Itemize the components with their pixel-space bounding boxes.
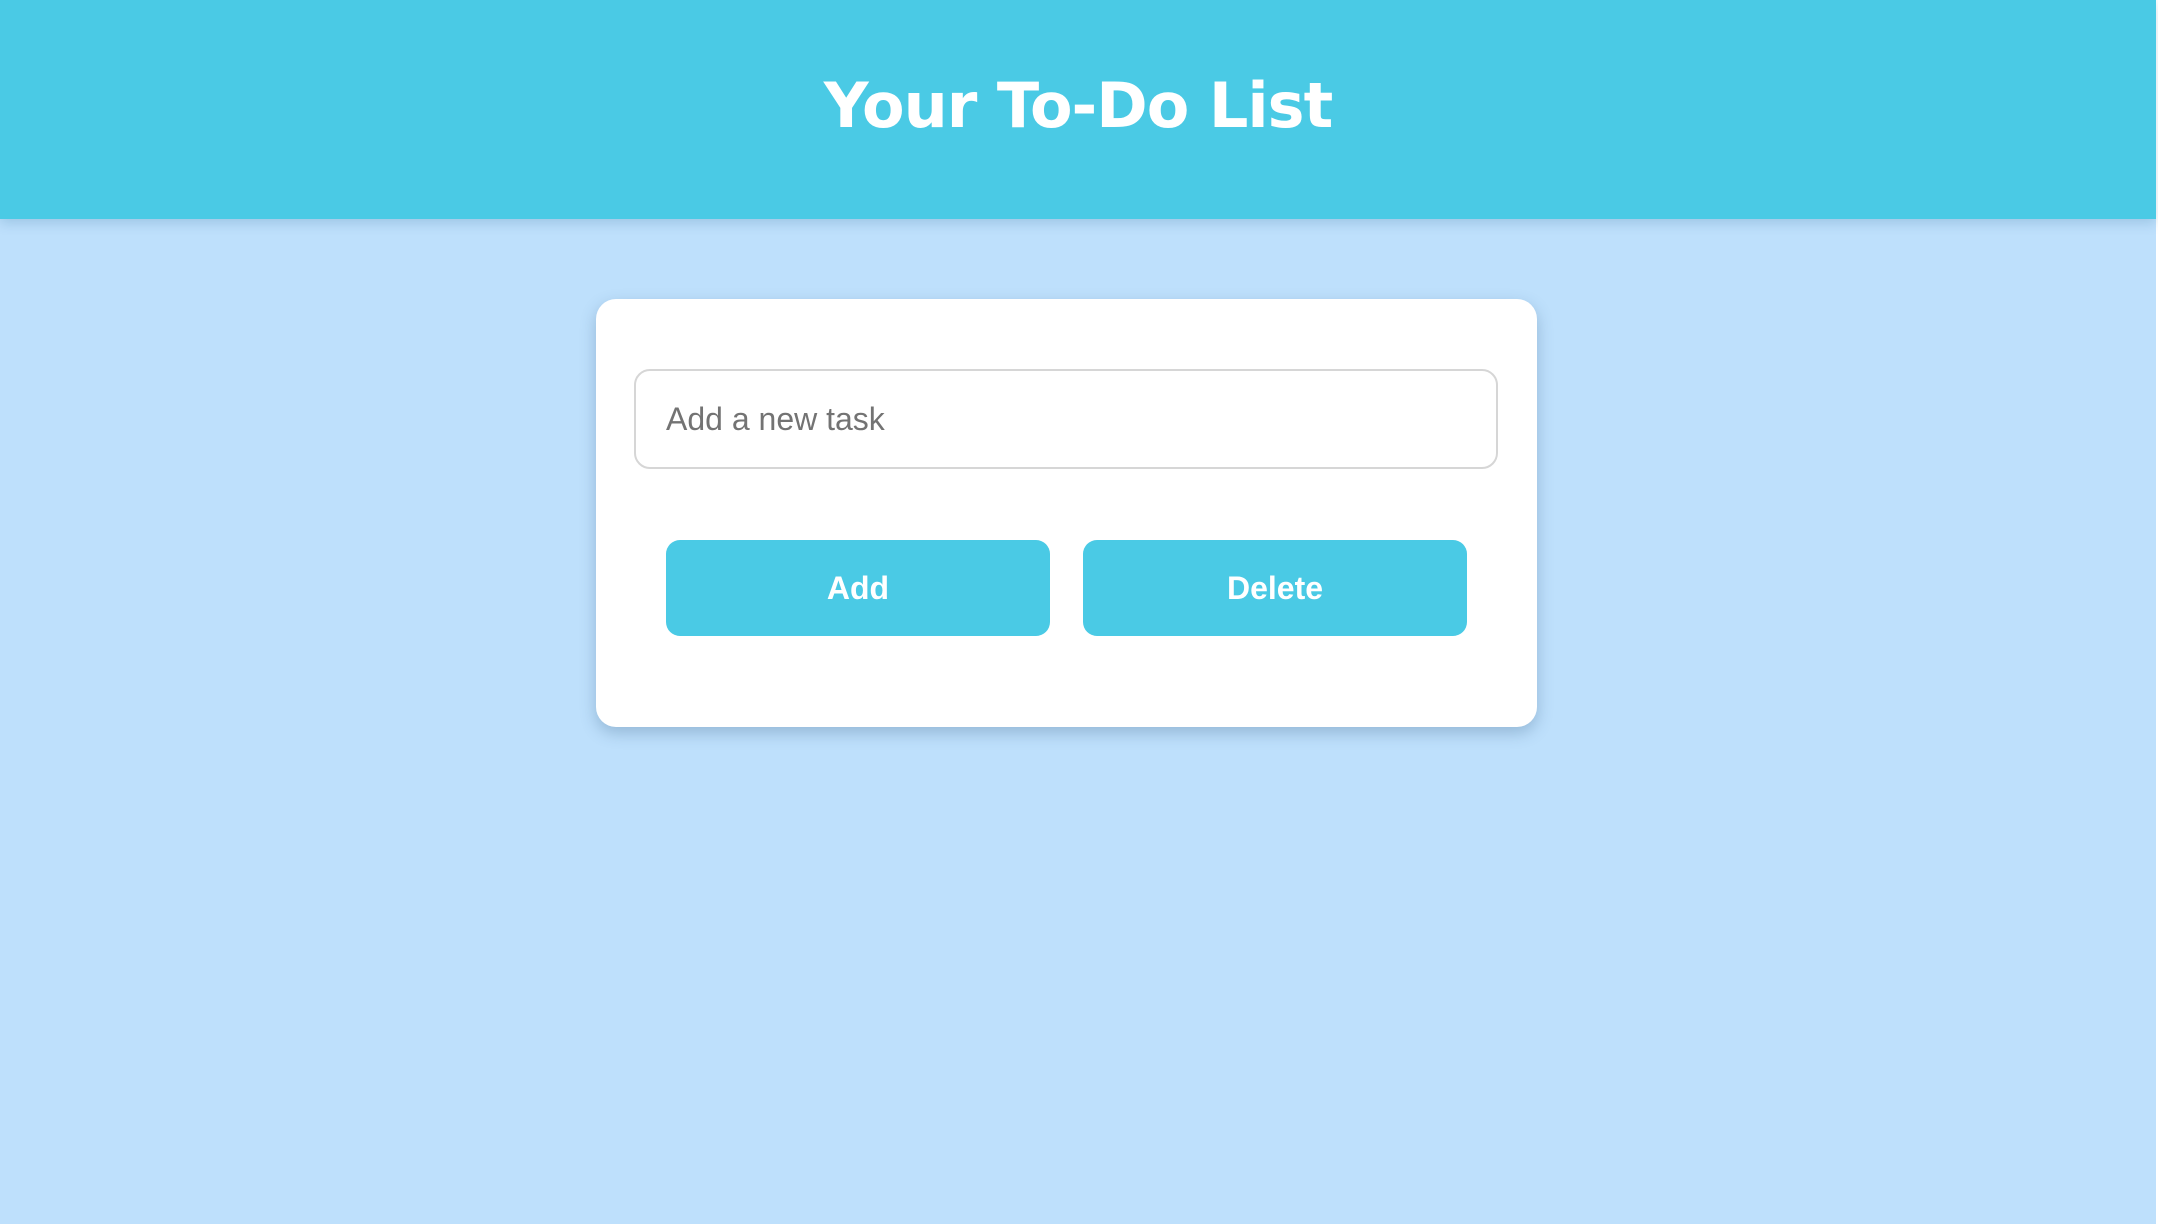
todo-card: Add Delete (596, 299, 1537, 727)
delete-button[interactable]: Delete (1083, 540, 1467, 636)
page-title: Your To-Do List (823, 68, 1333, 142)
add-button[interactable]: Add (666, 540, 1050, 636)
app-header: Your To-Do List (0, 0, 2156, 219)
new-task-input[interactable] (634, 369, 1498, 469)
page-background: Your To-Do List Add Delete (0, 0, 2158, 1226)
